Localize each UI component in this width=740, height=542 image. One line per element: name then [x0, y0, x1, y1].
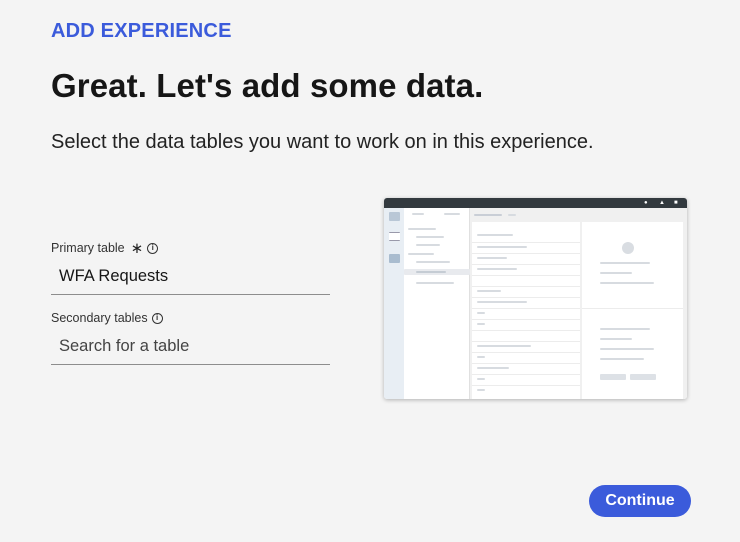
continue-button[interactable]: Continue [589, 485, 691, 517]
primary-table-field: Primary table ∗ i [51, 240, 330, 295]
home-icon [389, 212, 400, 221]
page-eyebrow: ADD EXPERIENCE [51, 20, 232, 42]
asterisk-icon: ∗ [130, 239, 144, 257]
primary-table-label-row: Primary table ∗ i [51, 240, 330, 256]
primary-table-input[interactable] [51, 259, 330, 295]
secondary-tables-label: Secondary tables [51, 311, 148, 325]
secondary-tables-label-row: Secondary tables i [51, 310, 330, 326]
preview-detail [582, 222, 683, 399]
avatar [622, 242, 634, 254]
workspace-preview-image: ● ▲ ■ [384, 198, 687, 399]
secondary-tables-search-input[interactable] [51, 329, 330, 365]
preview-nav [404, 208, 470, 399]
user-icon: ■ [674, 200, 678, 206]
secondary-tables-field: Secondary tables i [51, 310, 330, 365]
primary-table-label: Primary table [51, 241, 125, 255]
page-title: Great. Let's add some data. [51, 67, 484, 104]
inbox-icon [389, 254, 400, 263]
info-icon[interactable]: i [151, 312, 163, 324]
info-icon[interactable]: i [147, 242, 159, 254]
preview-topbar: ● ▲ ■ [384, 198, 687, 208]
page-subtitle: Select the data tables you want to work … [51, 131, 594, 153]
preview-rail [384, 208, 404, 399]
preview-main [470, 208, 687, 399]
bell-icon: ▲ [659, 200, 665, 206]
list-icon [389, 232, 400, 241]
search-icon: ● [644, 200, 648, 206]
preview-list [472, 222, 580, 399]
